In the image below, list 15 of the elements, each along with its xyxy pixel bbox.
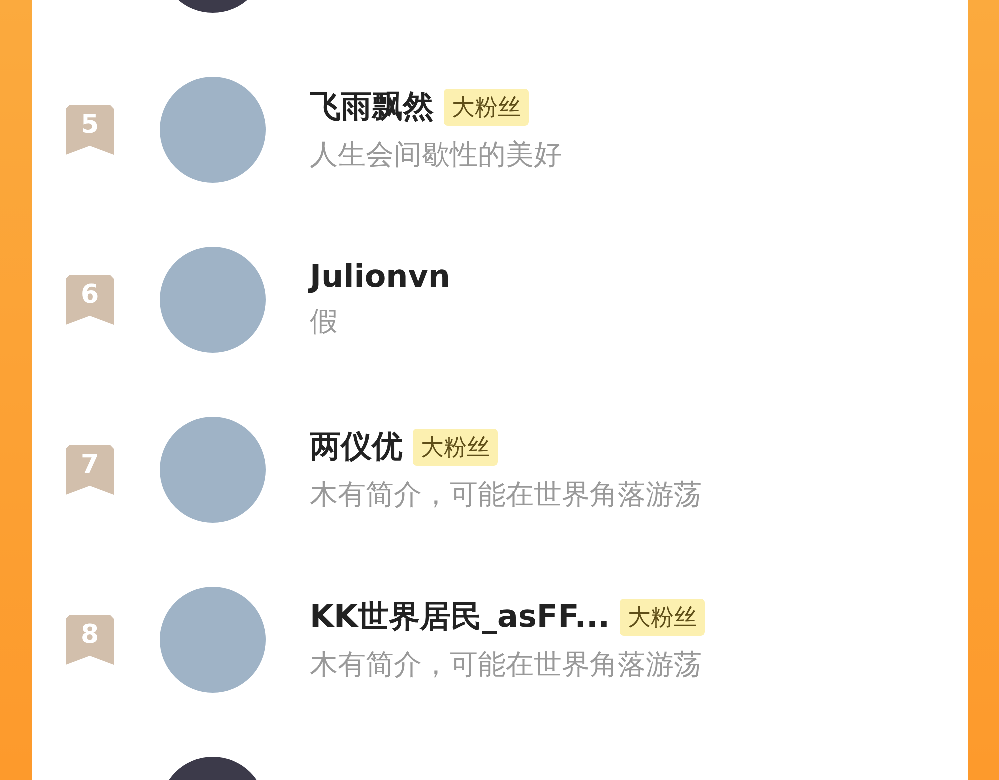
fan-level-badge: 大粉丝 — [413, 428, 498, 466]
rank-badge: 7 — [66, 445, 114, 495]
user-name[interactable]: Julionvn — [310, 259, 450, 295]
user-bio: 木有简介，可能在世界角落游荡 — [310, 647, 703, 683]
user-bio: 人生会间歇性的美好 — [310, 137, 562, 173]
rank-badge: 6 — [66, 275, 114, 325]
user-bio: 木有简介，可能在世界角落游荡 — [310, 477, 702, 513]
rank-badge: 8 — [66, 615, 114, 665]
user-name[interactable]: 两仪优 — [310, 426, 403, 468]
fan-level-badge: 大粉丝 — [620, 598, 706, 636]
rank-badge: 5 — [66, 105, 114, 155]
user-bio: 假 — [310, 304, 339, 340]
user-name[interactable]: 飞雨飘然 — [310, 86, 434, 128]
user-name[interactable]: KK世界居民_asFF... — [310, 596, 610, 638]
fan-level-badge: 大粉丝 — [444, 88, 529, 126]
